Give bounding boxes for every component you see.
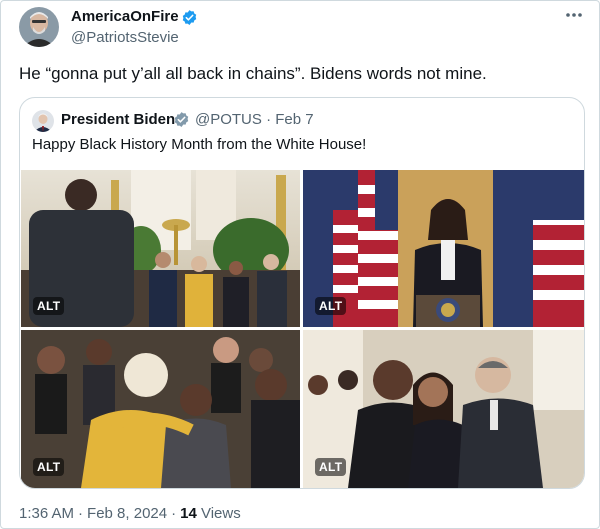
quoted-photo-4[interactable]: ALT (303, 330, 584, 488)
alt-badge[interactable]: ALT (33, 458, 65, 476)
author-handle[interactable]: @PatriotsStevie (71, 29, 179, 46)
separator-dot: · (78, 505, 84, 522)
quoted-tweet[interactable]: President Biden @POTUS · Feb 7 Happy Bla… (19, 97, 585, 489)
quoted-author-name[interactable]: President Biden (61, 111, 175, 128)
quoted-tweet-text: Happy Black History Month from the White… (32, 136, 367, 153)
quoted-photo-1[interactable]: ALT (21, 170, 300, 327)
tweet-card: AmericaOnFire @PatriotsStevie He “gonna … (0, 0, 600, 529)
quoted-tweet-date[interactable]: Feb 7 (275, 111, 313, 128)
quoted-author-avatar[interactable] (32, 110, 54, 132)
tweet-meta: 1:36 AM · Feb 8, 2024 · 14 Views (19, 505, 241, 522)
tweet-text: He “gonna put y’all all back in chains”.… (19, 64, 487, 83)
more-options-icon[interactable] (563, 7, 585, 23)
quoted-author-handle[interactable]: @POTUS (195, 111, 262, 128)
quoted-author-handle-date[interactable]: @POTUS · Feb 7 (195, 111, 314, 128)
verified-badge-icon (181, 9, 198, 26)
author-avatar[interactable] (19, 7, 59, 47)
alt-badge[interactable]: ALT (33, 297, 65, 315)
quoted-photo-2[interactable]: ALT (303, 170, 584, 327)
verified-badge-icon (173, 111, 190, 128)
views-label: Views (200, 505, 241, 522)
author-name[interactable]: AmericaOnFire (71, 8, 179, 25)
quoted-photo-3[interactable]: ALT (21, 330, 300, 488)
alt-badge[interactable]: ALT (315, 458, 347, 476)
tweet-date[interactable]: Feb 8, 2024 (87, 505, 167, 522)
alt-badge[interactable]: ALT (315, 297, 347, 315)
tweet-time[interactable]: 1:36 AM (19, 505, 74, 522)
separator-dot: · (171, 505, 177, 522)
views-count: 14 (180, 505, 197, 522)
